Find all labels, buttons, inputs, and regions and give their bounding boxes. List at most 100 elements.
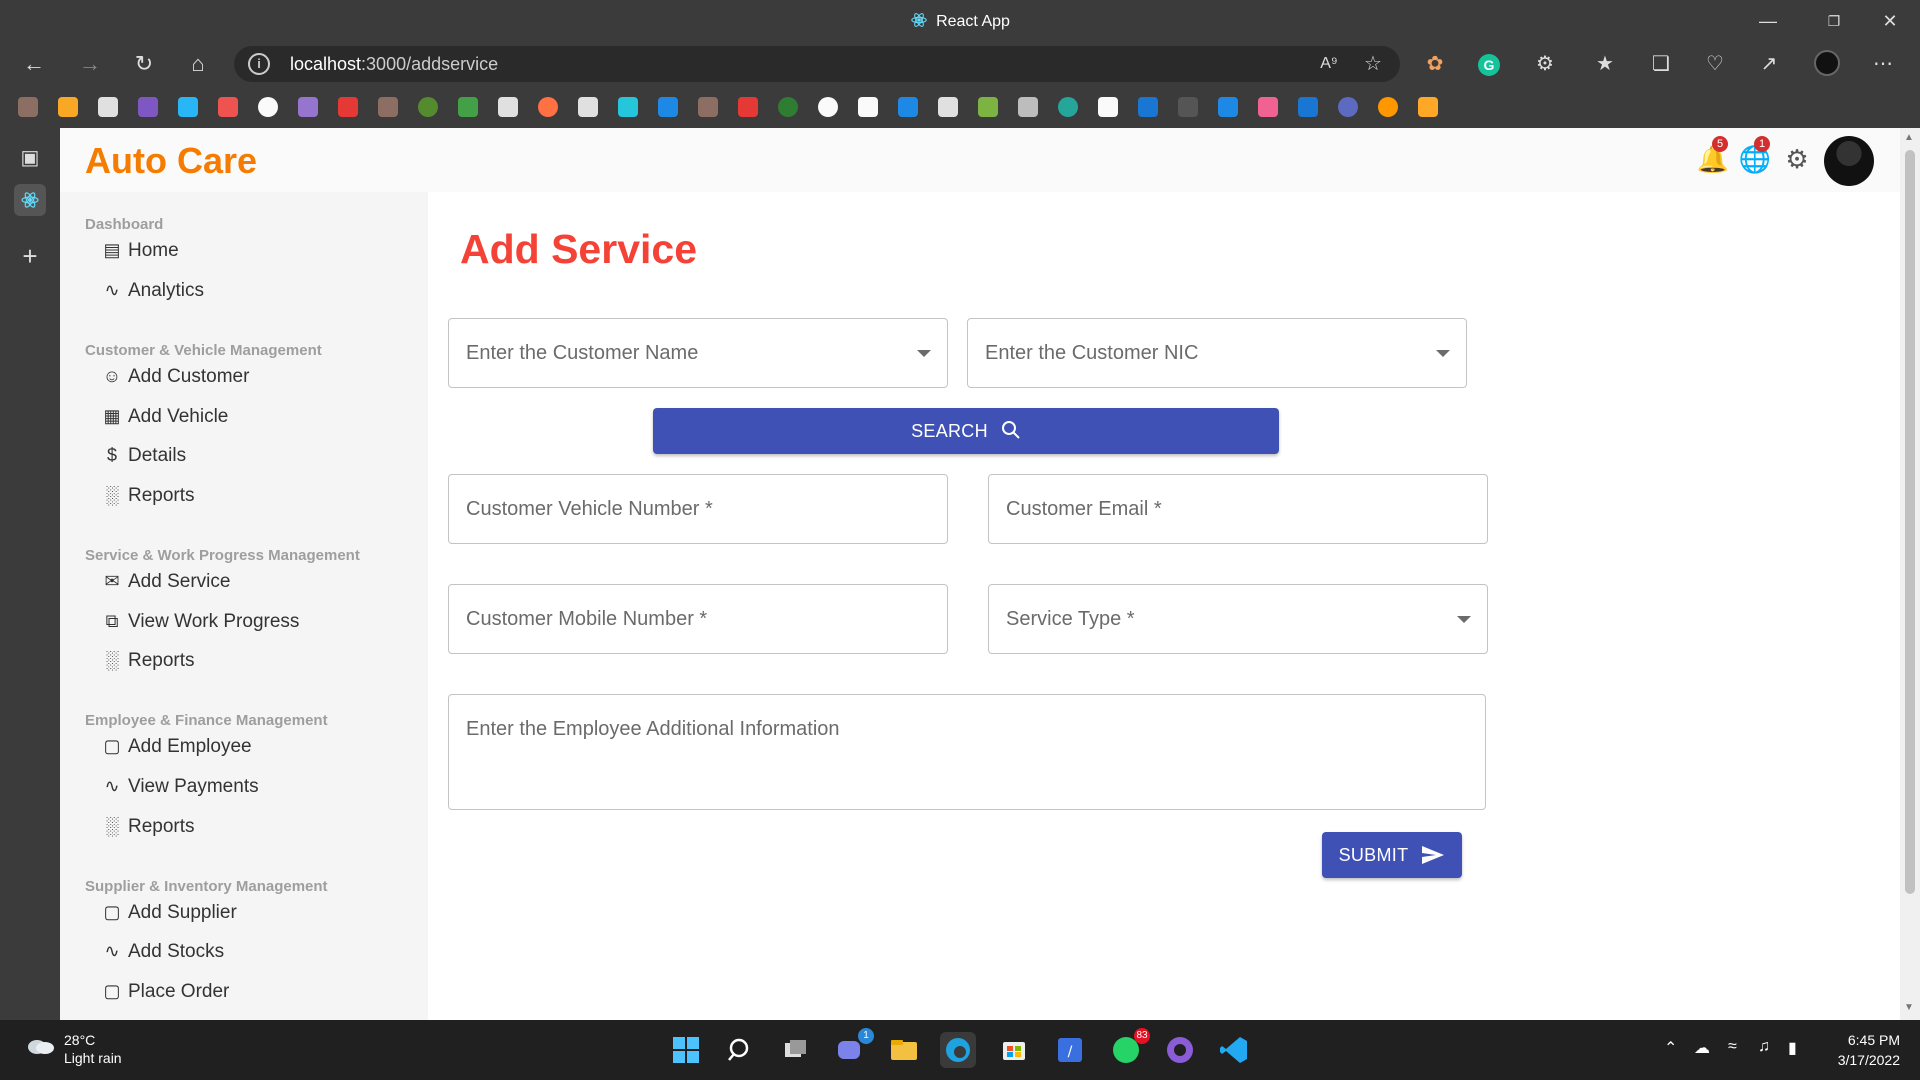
browser-essentials-icon[interactable]: ♡ bbox=[1700, 50, 1730, 78]
sidebar-item-add-stocks[interactable]: ∿ Add Stocks bbox=[98, 941, 398, 971]
vscode-icon[interactable] bbox=[1216, 1032, 1252, 1068]
tab-actions-icon[interactable]: ▣ bbox=[14, 142, 46, 174]
site-info-icon[interactable]: i bbox=[248, 53, 270, 75]
mobile-number-field[interactable]: Customer Mobile Number * bbox=[448, 584, 948, 654]
bookmark-icon[interactable] bbox=[458, 97, 478, 117]
onedrive-icon[interactable]: ☁ bbox=[1694, 1038, 1710, 1058]
minimize-button[interactable]: — bbox=[1740, 6, 1796, 36]
email-field[interactable]: Customer Email * bbox=[988, 474, 1488, 544]
whatsapp-icon[interactable]: 83 bbox=[1108, 1028, 1150, 1068]
bookmark-icon[interactable] bbox=[218, 97, 238, 117]
restore-button[interactable]: ❐ bbox=[1806, 6, 1862, 36]
bookmark-icon[interactable] bbox=[1178, 97, 1198, 117]
share-icon[interactable]: ↗ bbox=[1754, 50, 1784, 78]
bookmark-icon[interactable] bbox=[858, 97, 878, 117]
github-desktop-icon[interactable] bbox=[1162, 1032, 1198, 1068]
customer-nic-select[interactable]: Enter the Customer NIC bbox=[967, 318, 1467, 388]
bookmark-icon[interactable] bbox=[178, 97, 198, 117]
scroll-down-icon[interactable]: ▼ bbox=[1904, 1002, 1914, 1013]
figma-icon[interactable] bbox=[1258, 97, 1278, 117]
bookmark-icon[interactable] bbox=[698, 97, 718, 117]
bookmark-icon[interactable] bbox=[298, 97, 318, 117]
github-icon[interactable] bbox=[818, 97, 838, 117]
close-window-button[interactable]: ✕ bbox=[1862, 6, 1918, 36]
sidebar-item-view-work-progress[interactable]: ⧉ View Work Progress bbox=[98, 611, 398, 641]
home-button[interactable]: ⌂ bbox=[180, 48, 216, 80]
favorites-icon[interactable]: ★ bbox=[1590, 50, 1620, 78]
additional-info-textarea[interactable]: Enter the Employee Additional Informatio… bbox=[448, 694, 1486, 810]
user-avatar[interactable] bbox=[1824, 136, 1874, 186]
sidebar-item-place-order[interactable]: ▢ Place Order bbox=[98, 981, 398, 1011]
powerautomate-icon[interactable]: / bbox=[1052, 1032, 1088, 1068]
bookmark-cloud-icon[interactable] bbox=[538, 97, 558, 117]
bookmark-icon[interactable] bbox=[1338, 97, 1358, 117]
sidebar-item-reports-customer[interactable]: ░ Reports bbox=[98, 485, 398, 515]
settings-icon[interactable]: ⚙ bbox=[1780, 142, 1814, 176]
brand-logo[interactable]: Auto Care bbox=[85, 140, 257, 182]
extensions-icon[interactable]: ⚙ bbox=[1530, 50, 1560, 78]
bookmark-icon[interactable] bbox=[618, 97, 638, 117]
sidebar-item-details[interactable]: $ Details bbox=[98, 445, 398, 475]
bookmark-icon[interactable] bbox=[1378, 97, 1398, 117]
customer-name-select[interactable]: Enter the Customer Name bbox=[448, 318, 948, 388]
sidebar-item-reports-employee[interactable]: ░ Reports bbox=[98, 816, 398, 846]
back-button[interactable]: ← bbox=[16, 48, 52, 80]
search-taskbar-icon[interactable] bbox=[722, 1032, 758, 1068]
sidebar-item-home[interactable]: ▤ Home bbox=[98, 240, 398, 270]
bookmark-icon[interactable] bbox=[658, 97, 678, 117]
bookmark-icon[interactable] bbox=[258, 97, 278, 117]
add-favorite-icon[interactable]: ☆ bbox=[1358, 50, 1388, 78]
react-tab-icon[interactable] bbox=[14, 184, 46, 216]
bookmark-icon[interactable] bbox=[778, 97, 798, 117]
forward-button[interactable]: → bbox=[72, 48, 108, 80]
bookmark-icon[interactable] bbox=[58, 97, 78, 117]
service-type-select[interactable]: Service Type * bbox=[988, 584, 1488, 654]
bookmark-icon[interactable] bbox=[18, 97, 38, 117]
tray-expand-icon[interactable]: ⌃ bbox=[1664, 1038, 1677, 1058]
bookmark-icon[interactable] bbox=[1218, 97, 1238, 117]
url-text[interactable]: localhost:3000/addservice bbox=[290, 54, 498, 75]
search-button[interactable]: SEARCH bbox=[653, 408, 1279, 454]
sidebar-item-add-customer[interactable]: ☺ Add Customer bbox=[98, 366, 398, 396]
bookmark-icon[interactable] bbox=[1138, 97, 1158, 117]
bookmark-icon[interactable] bbox=[738, 97, 758, 117]
sidebar-item-add-vehicle[interactable]: ▦ Add Vehicle bbox=[98, 406, 398, 436]
sidebar-item-view-payments[interactable]: ∿ View Payments bbox=[98, 776, 398, 806]
bookmark-page-icon[interactable] bbox=[938, 97, 958, 117]
vehicle-number-field[interactable]: Customer Vehicle Number * bbox=[448, 474, 948, 544]
sidebar-item-add-service[interactable]: ✉ Add Service bbox=[98, 571, 398, 601]
more-menu-icon[interactable]: ⋯ bbox=[1868, 50, 1898, 78]
task-view-icon[interactable] bbox=[778, 1032, 814, 1068]
start-windows-icon[interactable] bbox=[668, 1032, 704, 1068]
dropdown-arrow-icon[interactable] bbox=[1436, 350, 1450, 357]
bookmark-icon[interactable] bbox=[1298, 97, 1318, 117]
scrollbar-thumb[interactable] bbox=[1905, 150, 1915, 894]
collections-icon[interactable]: ❏ bbox=[1646, 50, 1676, 78]
dropdown-arrow-icon[interactable] bbox=[917, 350, 931, 357]
bookmark-icon[interactable] bbox=[898, 97, 918, 117]
system-clock[interactable]: 6:45 PM 3/17/2022 bbox=[1820, 1030, 1900, 1070]
page-scrollbar[interactable]: ▲ ▼ bbox=[1900, 128, 1920, 1020]
edge-browser-icon[interactable] bbox=[940, 1032, 976, 1068]
bookmark-page-icon[interactable] bbox=[578, 97, 598, 117]
bookmark-page-icon[interactable] bbox=[498, 97, 518, 117]
bookmark-icon[interactable] bbox=[138, 97, 158, 117]
bookmark-icon[interactable] bbox=[338, 97, 358, 117]
bookmark-page-icon[interactable] bbox=[98, 97, 118, 117]
new-tab-icon[interactable]: + bbox=[14, 240, 46, 272]
read-aloud-icon[interactable]: A⁹ bbox=[1314, 50, 1344, 78]
submit-button[interactable]: SUBMIT bbox=[1322, 832, 1462, 878]
profile-avatar[interactable] bbox=[1812, 50, 1842, 78]
address-bar[interactable]: i localhost:3000/addservice A⁹ ☆ bbox=[234, 46, 1400, 82]
sidebar-item-reports-service[interactable]: ░ Reports bbox=[98, 650, 398, 680]
teams-chat-icon[interactable]: 1 bbox=[832, 1028, 874, 1068]
bookmark-icon[interactable] bbox=[1418, 97, 1438, 117]
scroll-up-icon[interactable]: ▲ bbox=[1904, 132, 1914, 143]
refresh-button[interactable]: ↻ bbox=[126, 48, 162, 80]
extension-cookie-icon[interactable]: ✿ bbox=[1420, 50, 1450, 78]
bookmark-icon[interactable] bbox=[1018, 97, 1038, 117]
dropdown-arrow-icon[interactable] bbox=[1457, 616, 1471, 623]
battery-icon[interactable]: ▮ bbox=[1788, 1038, 1797, 1058]
bookmark-icon[interactable] bbox=[378, 97, 398, 117]
sidebar-item-add-supplier[interactable]: ▢ Add Supplier bbox=[98, 902, 398, 932]
